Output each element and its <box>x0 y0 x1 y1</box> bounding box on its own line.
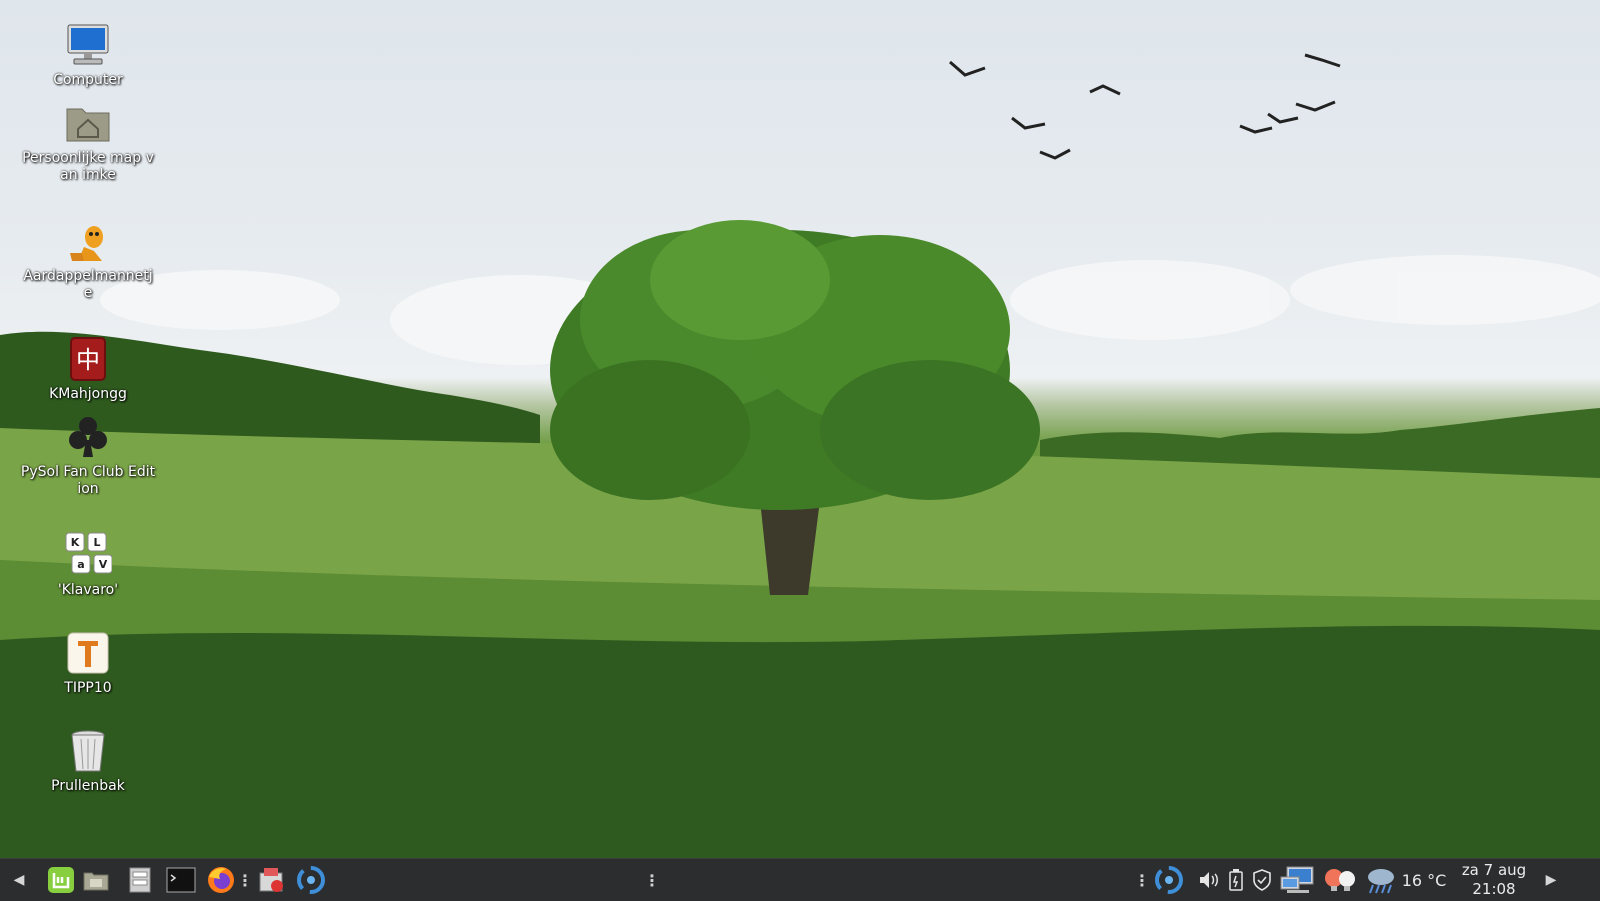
desktop-icon-label: Computer <box>53 72 123 88</box>
redshift-icon <box>1325 869 1355 891</box>
wallpaper <box>0 53 1600 858</box>
svg-text:中: 中 <box>76 346 100 374</box>
mint-menu-icon <box>48 867 74 893</box>
vertical-dots-icon: ⋮ <box>237 870 253 890</box>
desktop-icon-computer[interactable]: Computer <box>18 20 158 89</box>
desktop-icon-pysol[interactable]: PySol Fan Club Edition <box>18 412 158 498</box>
volume-control[interactable] <box>1196 859 1222 901</box>
panel-scroll-right-arrow[interactable]: ▶ <box>1540 859 1562 901</box>
clock-applet[interactable]: za 7 aug 21:08 <box>1452 859 1536 901</box>
desktop-icon-label: Persoonlijke map van imke <box>22 150 154 183</box>
steam-like-icon <box>1155 866 1183 894</box>
shield-icon <box>1253 869 1271 891</box>
birds <box>949 53 1341 160</box>
keyboard-keys-icon: K L a V <box>63 530 113 580</box>
clock: za 7 aug 21:08 <box>1462 861 1526 899</box>
file-manager-icon <box>129 867 151 893</box>
desktop-icon-label: TIPP10 <box>64 680 112 696</box>
panel-scroll-left-arrow[interactable]: ◀ <box>8 859 30 901</box>
computer-icon <box>63 20 113 70</box>
taskbar: ◀ ⋮ ⋮ ⋮ 16 °C za 7 aug 21:08 ▶ <box>0 858 1600 901</box>
svg-text:V: V <box>99 558 108 571</box>
desktop-icon-klavaro[interactable]: K L a V 'Klavaro' <box>18 530 158 599</box>
launcher-separator-dots[interactable]: ⋮ <box>237 859 253 901</box>
weather-applet[interactable] <box>1364 859 1398 901</box>
desktop-icon-trash[interactable]: Prullenbak <box>18 726 158 795</box>
desktop: Computer Persoonlijke map van imke Aarda… <box>0 0 1600 858</box>
svg-text:a: a <box>77 558 84 571</box>
file-manager-button[interactable] <box>126 859 154 901</box>
steam-like-icon <box>297 866 325 894</box>
vertical-dots-icon: ⋮ <box>1134 870 1150 890</box>
desktop-icon-aardappelmannetje[interactable]: Aardappelmannetje <box>18 216 158 302</box>
svg-text:K: K <box>71 536 80 549</box>
clock-time: 21:08 <box>1472 880 1516 898</box>
desktop-icon-label: 'Klavaro' <box>57 582 119 598</box>
club-suit-icon <box>63 412 113 462</box>
tray-swirl-app[interactable] <box>1152 859 1186 901</box>
mint-menu-button[interactable] <box>44 859 78 901</box>
software-manager-button[interactable] <box>254 859 288 901</box>
network-status[interactable] <box>1278 859 1318 901</box>
software-manager-icon <box>259 868 283 892</box>
triangle-right-icon: ▶ <box>1545 872 1557 888</box>
foreground-grass <box>0 625 1600 858</box>
mahjongg-tile-icon: 中 <box>63 334 113 384</box>
firefox-icon <box>208 867 234 893</box>
clock-date: za 7 aug <box>1461 861 1527 879</box>
triangle-left-icon: ◀ <box>13 872 25 888</box>
app-launcher-swirl-button[interactable] <box>294 859 328 901</box>
desktop-icon-tipp10[interactable]: TIPP10 <box>18 628 158 697</box>
desktop-icon-kmahjongg[interactable]: 中 KMahjongg <box>18 334 158 403</box>
svg-text:L: L <box>93 536 100 549</box>
desktop-icon-label: PySol Fan Club Edition <box>20 464 156 497</box>
update-manager-shield[interactable] <box>1250 859 1274 901</box>
tray-separator-dots[interactable]: ⋮ <box>1134 859 1150 901</box>
weather-icon <box>1368 869 1394 894</box>
terminal-icon <box>166 867 196 893</box>
desktop-icon-label: Prullenbak <box>51 778 125 794</box>
power-status[interactable] <box>1224 859 1248 901</box>
tipp10-icon <box>63 628 113 678</box>
terminal-button[interactable] <box>164 859 198 901</box>
desktop-icon-label: KMahjongg <box>49 386 127 402</box>
weather-temperature[interactable]: 16 °C <box>1398 859 1450 901</box>
temperature-text: 16 °C <box>1401 870 1447 890</box>
volume-icon <box>1200 872 1218 888</box>
show-desktop-button[interactable] <box>80 859 112 901</box>
vertical-dots-icon: ⋮ <box>644 870 660 890</box>
desktop-icon-home-folder[interactable]: Persoonlijke map van imke <box>18 98 158 184</box>
home-folder-icon <box>63 98 113 148</box>
battery-icon <box>1229 869 1243 891</box>
panel-center-handle[interactable]: ⋮ <box>644 859 660 901</box>
network-icon <box>1280 866 1314 893</box>
redshift-toggle[interactable] <box>1320 859 1360 901</box>
trash-icon <box>63 726 113 776</box>
firefox-button[interactable] <box>204 859 238 901</box>
show-desktop-icon <box>83 872 109 891</box>
potato-guy-icon <box>63 216 113 266</box>
desktop-icon-label: Aardappelmannetje <box>23 268 153 301</box>
